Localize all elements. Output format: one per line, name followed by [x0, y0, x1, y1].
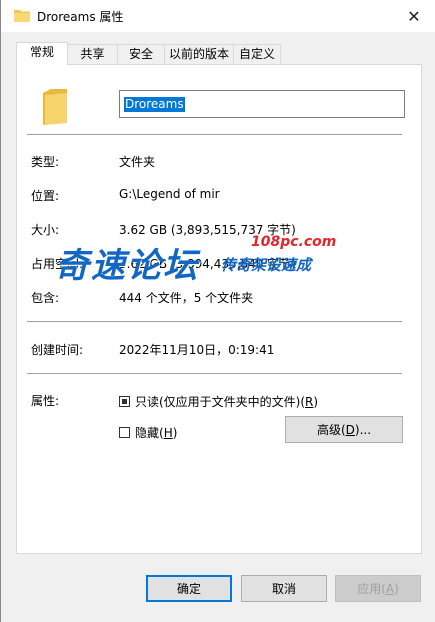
tab-general[interactable]: 常规: [16, 42, 68, 65]
apply-button[interactable]: 应用(A): [335, 575, 421, 602]
size-label: 大小:: [31, 223, 60, 237]
readonly-checkbox-box[interactable]: [119, 396, 130, 407]
folder-icon: [14, 10, 30, 22]
folder-name-input[interactable]: [120, 91, 404, 117]
hidden-checkbox[interactable]: 隐藏(H): [119, 424, 177, 441]
attributes-label: 属性:: [31, 394, 60, 408]
cancel-button[interactable]: 取消: [241, 575, 327, 602]
size-value: 3.62 GB (3,893,515,737 字节): [119, 223, 296, 237]
contains-value: 444 个文件，5 个文件夹: [119, 291, 254, 305]
separator: [27, 373, 402, 374]
tab-customize[interactable]: 自定义: [233, 44, 281, 64]
title-bar: Droreams 属性 ✕: [1, 0, 435, 32]
close-icon: ✕: [407, 6, 421, 26]
location-label: 位置:: [31, 189, 60, 203]
type-value: 文件夹: [119, 155, 156, 169]
hidden-checkbox-box[interactable]: [119, 427, 130, 438]
contains-label: 包含:: [31, 291, 60, 305]
window-title: Droreams 属性: [37, 10, 124, 24]
advanced-button[interactable]: 高级(D)...: [285, 416, 403, 443]
tab-security[interactable]: 安全: [117, 44, 165, 64]
tab-sharing[interactable]: 共享: [67, 44, 118, 64]
ok-button[interactable]: 确定: [146, 575, 232, 602]
size-on-disk-label: 占用空间:: [31, 257, 84, 271]
close-button[interactable]: ✕: [399, 2, 429, 30]
type-label: 类型:: [31, 155, 60, 169]
location-value: G:\Legend of mir: [119, 187, 220, 201]
general-panel: Droreams 类型: 文件夹 位置: G:\Legend of mir 大小…: [16, 64, 422, 554]
properties-dialog: Droreams 属性 ✕ 常规 共享 安全 以前的版本 自定义 Droream…: [0, 0, 435, 622]
hidden-checkbox-label: 隐藏(H): [135, 426, 178, 440]
folder-large-icon: [43, 89, 67, 125]
folder-name-field[interactable]: Droreams: [119, 90, 405, 118]
separator: [27, 321, 402, 322]
size-on-disk-value: 3.62 GB (3,894,435,840 字节): [119, 257, 296, 271]
created-value: 2022年11月10日，0:19:41: [119, 343, 275, 357]
separator: [27, 134, 402, 135]
readonly-checkbox-label: 只读(仅应用于文件夹中的文件)(R): [135, 395, 319, 409]
tab-previous-versions[interactable]: 以前的版本: [164, 44, 234, 64]
created-label: 创建时间:: [31, 343, 84, 357]
readonly-checkbox[interactable]: 只读(仅应用于文件夹中的文件)(R): [119, 393, 318, 410]
